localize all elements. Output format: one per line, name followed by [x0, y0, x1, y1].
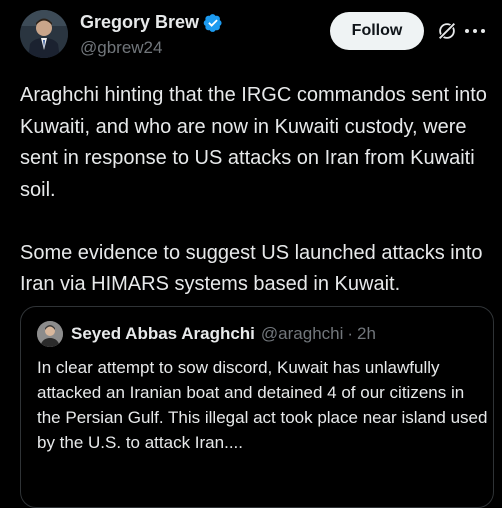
quoted-header: Seyed Abbas Araghchi @araghchi · 2h — [71, 324, 376, 344]
quoted-handle[interactable]: @araghchi — [261, 324, 343, 344]
author-display-name[interactable]: Gregory Brew — [80, 12, 199, 33]
quoted-tweet[interactable]: Seyed Abbas Araghchi @araghchi · 2h In c… — [20, 306, 494, 508]
author-avatar[interactable] — [20, 10, 68, 58]
quoted-author-avatar[interactable] — [37, 321, 63, 347]
tweet-text: Araghchi hinting that the IRGC commandos… — [20, 84, 487, 295]
quoted-display-name[interactable]: Seyed Abbas Araghchi — [71, 324, 255, 344]
more-horizontal-icon[interactable] — [462, 20, 488, 42]
author-handle[interactable]: @gbrew24 — [80, 38, 162, 58]
verified-badge-icon[interactable] — [203, 13, 223, 33]
grok-icon[interactable] — [436, 20, 458, 42]
tweet-header: Gregory Brew @gbrew24 Follow — [0, 0, 502, 70]
follow-button[interactable]: Follow — [330, 12, 424, 50]
quoted-timestamp[interactable]: 2h — [357, 324, 376, 344]
quoted-text: In clear attempt to sow discord, Kuwait … — [37, 358, 493, 452]
profile-photo-icon — [20, 10, 68, 58]
profile-photo-icon — [37, 321, 63, 347]
separator-dot: · — [347, 324, 354, 343]
author-name-row: Gregory Brew — [80, 12, 223, 33]
